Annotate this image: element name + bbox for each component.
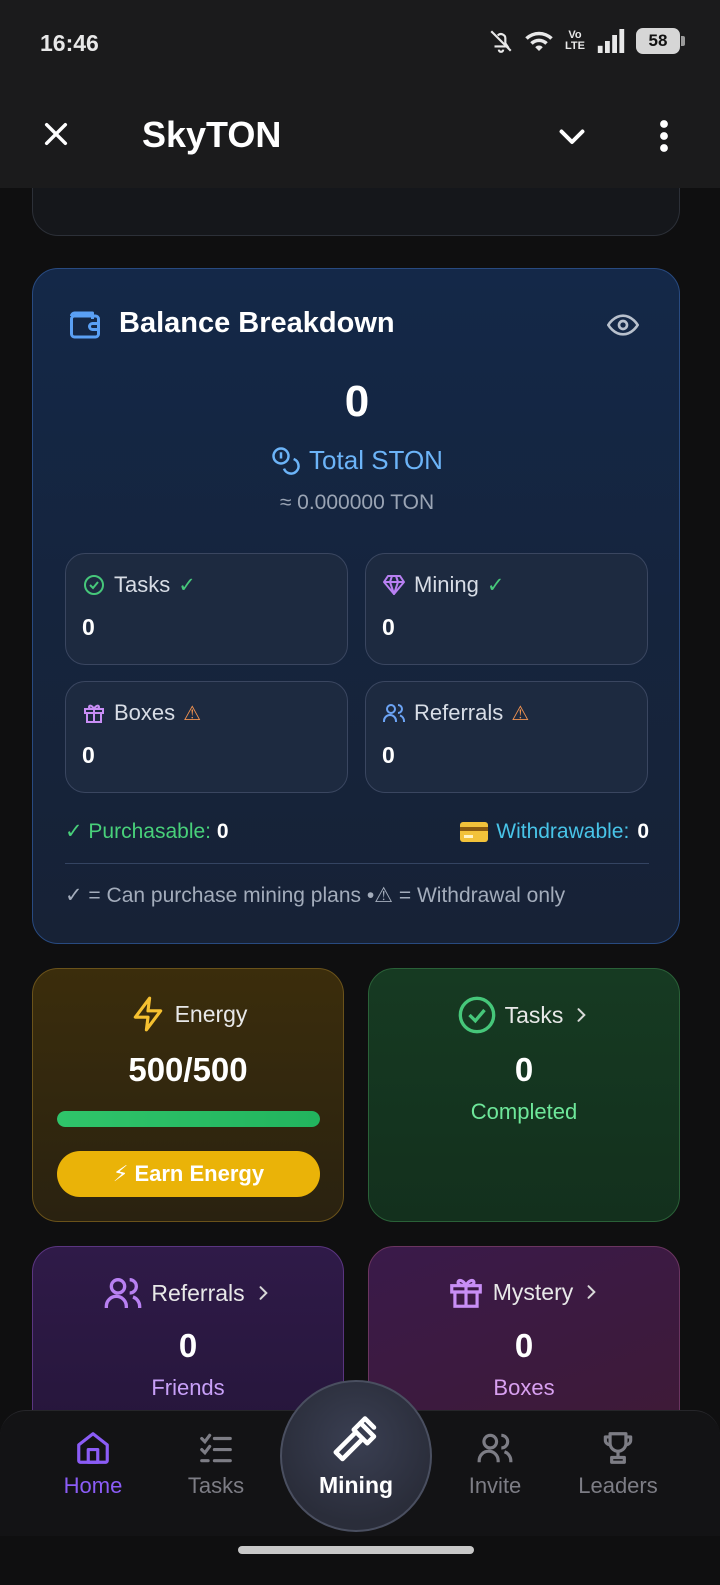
battery-indicator: 58 — [636, 28, 685, 54]
purchasable-value: 0 — [216, 820, 229, 843]
withdrawable-value: 0 — [637, 819, 649, 843]
source-tile-tasks: Tasks ✓ 0 — [65, 553, 348, 665]
tasks-card[interactable]: Tasks 0 Completed — [368, 968, 680, 1222]
balance-summary-row: ✓ Purchasable: 0 Withdrawable: 0 — [65, 819, 649, 844]
nav-tasks-label: Tasks — [187, 1473, 245, 1498]
eye-icon[interactable] — [607, 309, 639, 341]
nav-home[interactable]: Home — [33, 1429, 153, 1499]
purchasable-check: ✓ — [486, 573, 505, 597]
chevron-down-icon — [559, 129, 585, 144]
lightning-icon — [133, 996, 162, 1032]
home-indicator — [238, 1546, 474, 1554]
nav-invite-label: Invite — [468, 1473, 522, 1498]
chevron-right-icon — [259, 1286, 268, 1300]
energy-progress-fill — [57, 1111, 320, 1127]
app-title: SkyTON — [142, 114, 282, 155]
total-ston-label-row: Total STON — [33, 445, 681, 476]
tasks-label: Tasks — [504, 1001, 564, 1028]
gift-icon — [449, 1278, 482, 1308]
energy-label: Energy — [174, 1000, 248, 1027]
source-label: Boxes — [114, 700, 176, 725]
coins-icon — [272, 446, 300, 475]
muted-bell-icon — [490, 30, 512, 53]
mystery-label: Mystery — [492, 1278, 574, 1305]
source-label: Mining — [414, 572, 479, 597]
more-vertical-icon — [660, 120, 668, 152]
source-tile-boxes: Boxes ⚠ 0 — [65, 681, 348, 793]
source-label: Referrals — [414, 700, 504, 725]
withdrawable-label: Withdrawable: — [496, 819, 630, 843]
home-icon — [77, 1432, 109, 1464]
nav-tasks[interactable]: Tasks — [156, 1429, 276, 1499]
energy-card: Energy 500/500 ⚡ Earn Energy — [32, 968, 344, 1222]
users-icon — [383, 704, 405, 722]
previous-card — [32, 188, 680, 236]
close-icon — [44, 122, 68, 146]
users-icon — [105, 1278, 142, 1308]
balance-breakdown-card: Balance Breakdown 0 Total STON ≈ 0.00000… — [32, 268, 680, 944]
earn-energy-button[interactable]: ⚡ Earn Energy — [57, 1151, 320, 1197]
nav-home-label: Home — [63, 1473, 123, 1498]
app-header: SkyTON — [0, 90, 720, 188]
credit-card-icon — [460, 821, 489, 842]
energy-value: 500/500 — [128, 1051, 248, 1088]
chevron-right-icon — [577, 1008, 587, 1022]
source-value: 0 — [382, 614, 395, 640]
referrals-value: 0 — [178, 1327, 198, 1364]
wallet-icon — [70, 311, 100, 339]
collapse-button[interactable] — [548, 112, 596, 160]
purchasable-summary: ✓ Purchasable: 0 — [65, 819, 229, 844]
status-time: 16:46 — [40, 30, 99, 56]
ton-equivalent: ≈ 0.000000 TON — [279, 491, 435, 514]
source-tile-referrals: Referrals ⚠ 0 — [365, 681, 648, 793]
mystery-value: 0 — [514, 1327, 534, 1364]
status-bar: 16:46 Vo LTE 58 — [0, 0, 720, 90]
total-ston-label: Total STON — [309, 445, 443, 475]
trophy-icon — [603, 1432, 633, 1464]
source-tile-mining: Mining ✓ 0 — [365, 553, 648, 665]
nav-leaders-label: Leaders — [578, 1473, 658, 1498]
divider — [65, 863, 649, 864]
purchasable-label: ✓ Purchasable: — [65, 820, 212, 843]
tasks-sub: Completed — [470, 1099, 578, 1124]
more-menu-button[interactable] — [644, 112, 684, 160]
total-ston-value: 0 — [344, 377, 370, 426]
withdrawal-warning: ⚠ — [183, 702, 202, 725]
users-icon — [477, 1433, 513, 1463]
balance-title: Balance Breakdown — [119, 307, 395, 339]
nav-invite[interactable]: Invite — [435, 1429, 555, 1499]
check-circle-icon — [84, 575, 104, 595]
status-icons: Vo LTE 58 — [488, 28, 685, 54]
mystery-sub: Boxes — [493, 1375, 555, 1400]
referrals-label: Referrals — [151, 1279, 245, 1306]
wifi-icon — [525, 31, 553, 51]
source-value: 0 — [82, 614, 95, 640]
tasks-value: 0 — [514, 1051, 534, 1088]
nav-mining-button[interactable]: Mining — [280, 1380, 432, 1532]
nav-leaders[interactable]: Leaders — [558, 1429, 678, 1499]
checklist-icon — [200, 1433, 232, 1463]
hammer-icon — [333, 1415, 377, 1461]
withdrawal-warning: ⚠ — [511, 702, 530, 725]
nav-mining-label: Mining — [318, 1471, 394, 1498]
purchasable-check: ✓ — [178, 573, 196, 597]
legend-note: ✓ = Can purchase mining plans •⚠ = Withd… — [65, 884, 566, 907]
signal-icon — [597, 29, 625, 53]
check-circle-icon — [458, 996, 495, 1034]
referrals-sub: Friends — [151, 1375, 225, 1400]
gem-icon — [383, 575, 405, 595]
volte-indicator: Vo LTE — [565, 29, 585, 52]
source-label: Tasks — [114, 572, 171, 597]
source-value: 0 — [82, 742, 95, 768]
chevron-right-icon — [587, 1285, 596, 1299]
energy-progress-bar — [57, 1111, 320, 1127]
source-value: 0 — [382, 742, 395, 768]
gift-icon — [84, 704, 104, 723]
withdrawable-summary: Withdrawable: 0 — [460, 819, 649, 844]
close-button[interactable] — [34, 112, 78, 156]
